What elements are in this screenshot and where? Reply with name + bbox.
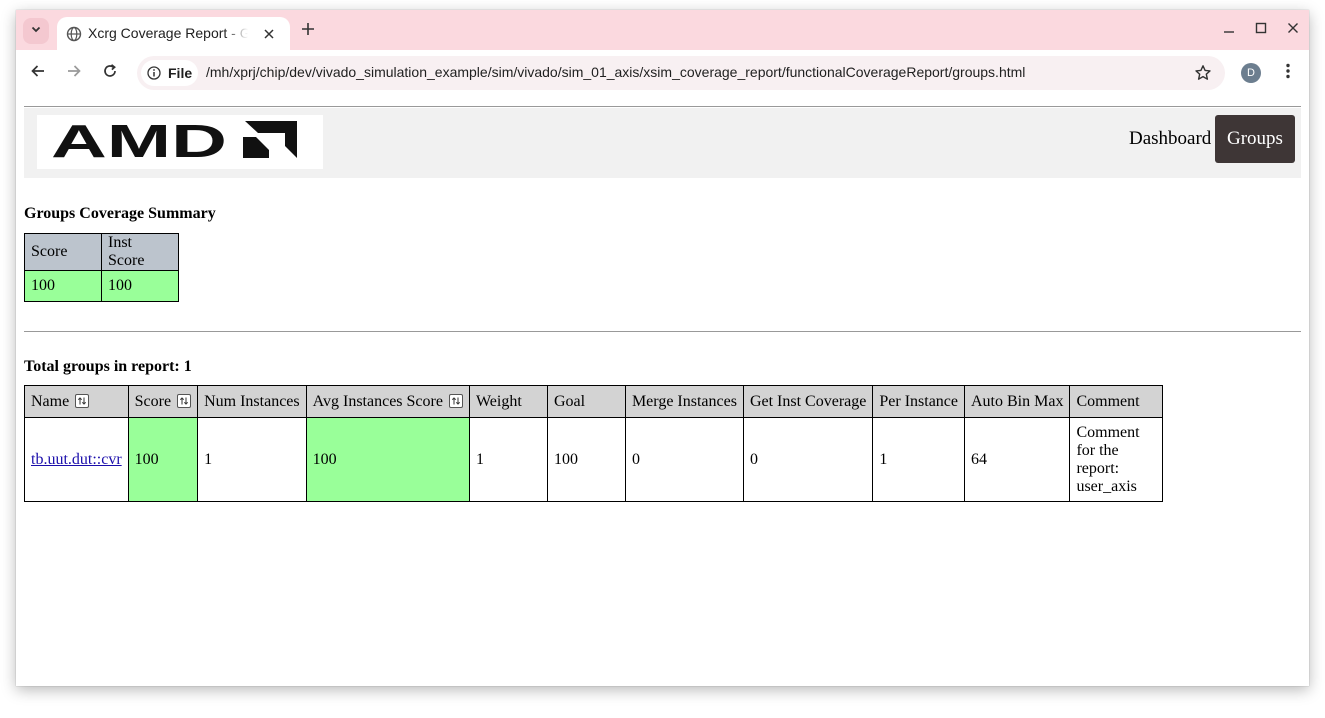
sort-icon[interactable] [177, 393, 192, 408]
cell-num-instances: 1 [197, 417, 307, 502]
summary-score-value: 100 [24, 270, 102, 302]
globe-icon [66, 26, 82, 42]
cell-auto-bin-max: 64 [963, 417, 1071, 502]
minimize-icon [1223, 21, 1235, 39]
summary-value-row: 100 100 [24, 270, 179, 302]
header-per-instance: Per Instance [872, 385, 965, 418]
section-divider [24, 331, 1301, 332]
arrow-left-icon [30, 63, 46, 84]
header-comment: Comment [1069, 385, 1164, 418]
table-row: tb.uut.dut::cvr 100 1 100 1 100 0 0 1 64… [24, 417, 1164, 502]
new-tab-button[interactable] [297, 20, 319, 42]
tab-title: Xcrg Coverage Report - Groups [88, 25, 248, 41]
top-divider [24, 106, 1301, 107]
address-bar[interactable]: File /mh/xprj/chip/dev/vivado_simulation… [137, 56, 1225, 90]
header-merge-instances: Merge Instances [624, 385, 744, 418]
tab-strip: Xcrg Coverage Report - Groups [16, 10, 1309, 50]
header-num-instances: Num Instances [197, 385, 307, 418]
summary-header-row: Score Inst Score [24, 233, 179, 271]
summary-table: Score Inst Score 100 100 [24, 233, 179, 302]
forward-button[interactable] [62, 61, 86, 85]
nav-groups-link[interactable]: Groups [1215, 115, 1295, 163]
header-name-label: Name [31, 392, 70, 410]
cell-comment: Comment for the report: user_axis [1069, 417, 1164, 502]
amd-logo: AMD [37, 115, 323, 169]
nav-dashboard-link[interactable]: Dashboard [1117, 115, 1223, 163]
browser-toolbar: File /mh/xprj/chip/dev/vivado_simulation… [16, 50, 1309, 96]
page-content: AMD Dashboard Groups Groups Coverage Sum… [16, 96, 1309, 686]
header-avg-instances-score[interactable]: Avg Instances Score [305, 385, 470, 418]
maximize-button[interactable] [1251, 22, 1271, 38]
report-navbar: AMD Dashboard Groups [24, 108, 1301, 178]
back-button[interactable] [26, 61, 50, 85]
info-icon [147, 66, 161, 80]
tab-active[interactable]: Xcrg Coverage Report - Groups [57, 17, 290, 50]
total-groups-label: Total groups in report: 1 [24, 358, 192, 375]
summary-title: Groups Coverage Summary [24, 205, 216, 222]
kebab-menu-icon [1286, 63, 1290, 84]
minimize-button[interactable] [1219, 22, 1239, 38]
site-info-chip[interactable]: File [141, 60, 198, 86]
reload-icon [102, 63, 118, 84]
header-avg-instances-score-label: Avg Instances Score [312, 392, 443, 410]
groups-header-row: Name Score Num Instances Avg Instances S… [24, 385, 1164, 418]
reload-button[interactable] [98, 61, 122, 85]
cell-avg-instances-score: 100 [305, 417, 470, 502]
cell-score: 100 [127, 417, 199, 502]
close-window-button[interactable] [1283, 22, 1303, 38]
cell-goal: 100 [546, 417, 626, 502]
cell-per-instance: 1 [872, 417, 965, 502]
browser-window: Xcrg Coverage Report - Groups [16, 10, 1309, 686]
chevron-down-icon [30, 22, 42, 40]
close-icon[interactable] [259, 24, 279, 44]
cell-merge-instances: 0 [624, 417, 744, 502]
arrow-right-icon [66, 63, 82, 84]
groups-table: Name Score Num Instances Avg Instances S… [24, 385, 1164, 502]
summary-header-score: Score [24, 233, 102, 271]
header-goal: Goal [546, 385, 626, 418]
site-chip-label: File [168, 65, 193, 81]
svg-text:AMD: AMD [51, 115, 227, 167]
plus-icon [301, 22, 315, 41]
header-weight: Weight [468, 385, 548, 418]
cell-name: tb.uut.dut::cvr [24, 417, 129, 502]
header-score-label: Score [134, 392, 172, 410]
cell-get-inst-coverage: 0 [742, 417, 874, 502]
close-icon [1287, 21, 1299, 39]
browser-menu-button[interactable] [1278, 62, 1298, 84]
url-text[interactable]: /mh/xprj/chip/dev/vivado_simulation_exam… [206, 64, 1025, 80]
cell-weight: 1 [468, 417, 548, 502]
group-link[interactable]: tb.uut.dut::cvr [31, 451, 122, 468]
tab-search-button[interactable] [23, 18, 49, 44]
sort-icon[interactable] [448, 393, 463, 408]
summary-header-inst-score: Inst Score [101, 233, 179, 271]
bookmark-star-icon[interactable] [1192, 62, 1214, 84]
maximize-icon [1255, 21, 1267, 39]
header-name[interactable]: Name [24, 385, 129, 418]
header-score[interactable]: Score [127, 385, 199, 418]
profile-avatar[interactable]: D [1241, 63, 1261, 83]
summary-inst-score-value: 100 [101, 270, 179, 302]
header-get-inst-coverage: Get Inst Coverage [742, 385, 874, 418]
header-auto-bin-max: Auto Bin Max [963, 385, 1071, 418]
sort-icon[interactable] [75, 393, 90, 408]
